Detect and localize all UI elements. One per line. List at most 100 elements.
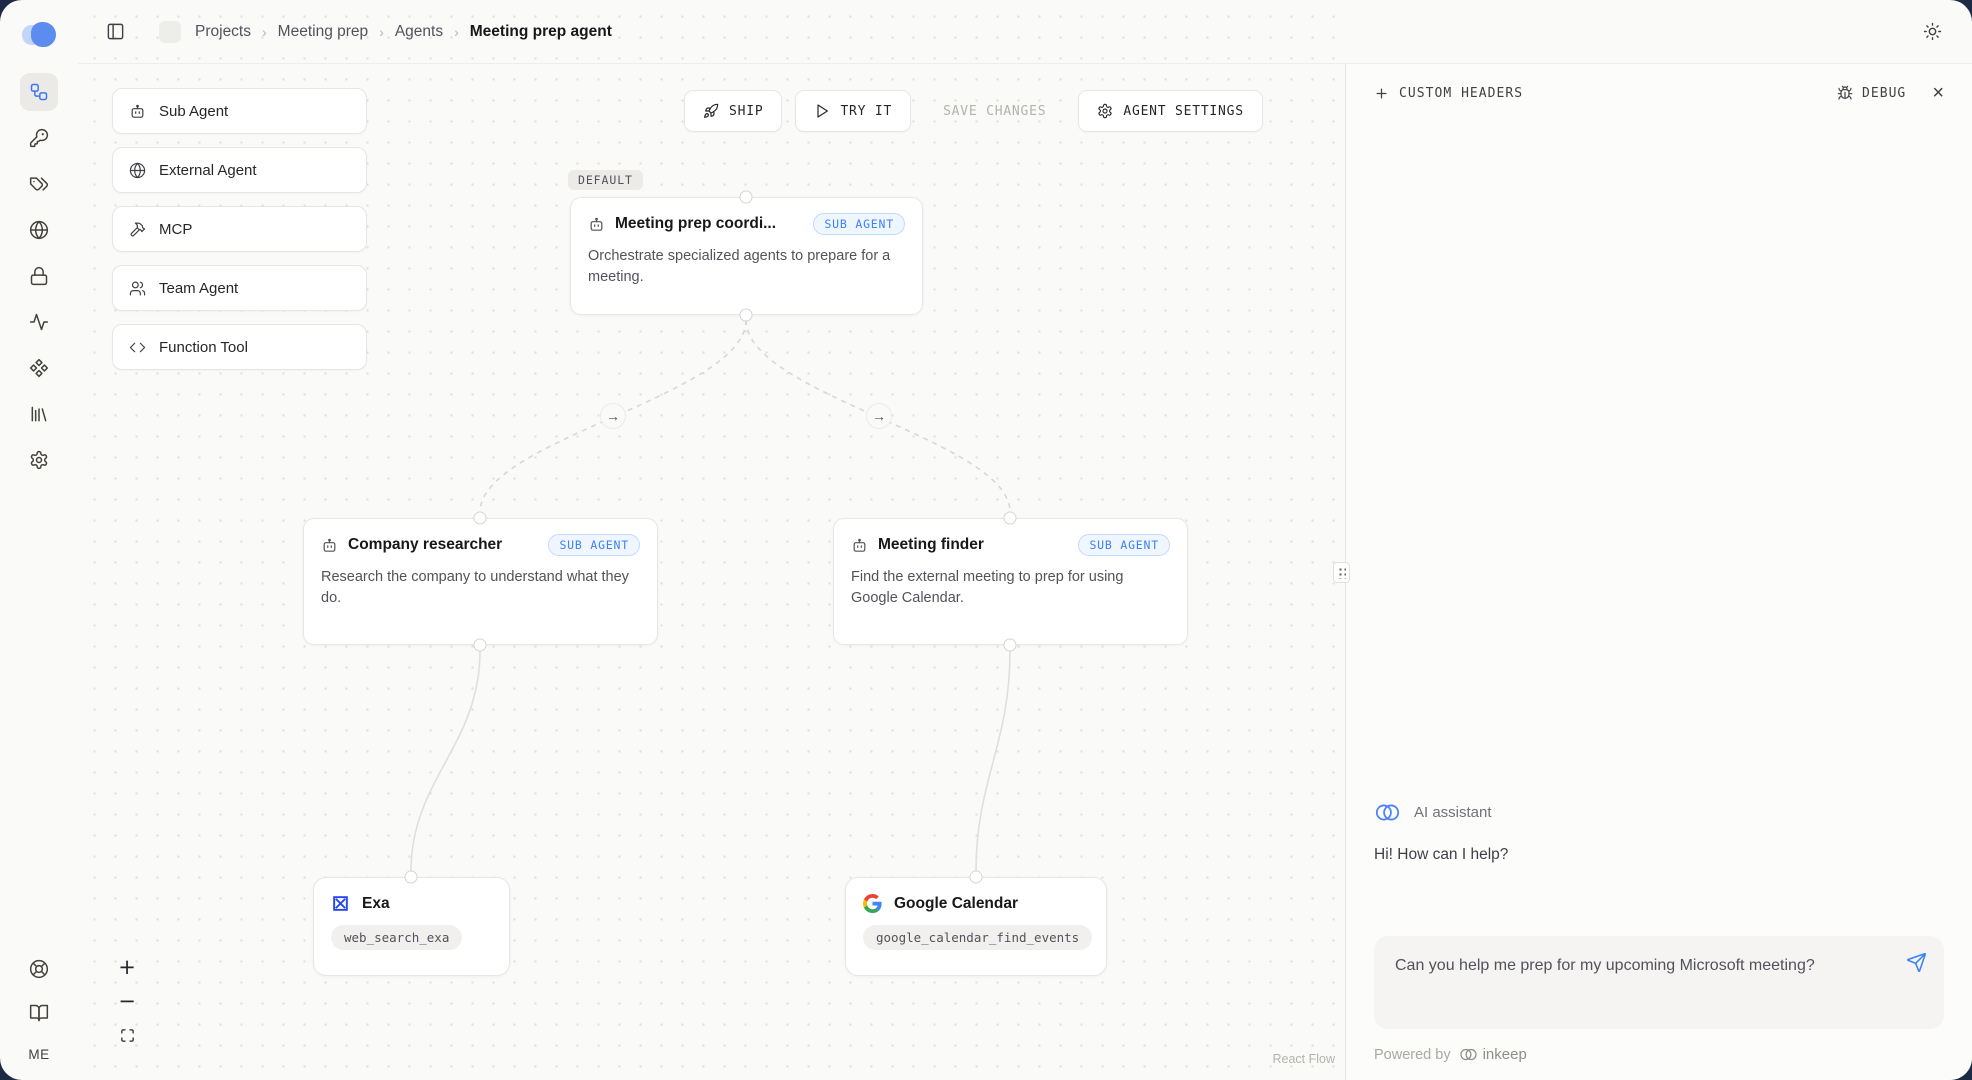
tool-title: Google Calendar [894, 895, 1018, 913]
node-exa-tool[interactable]: Exa web_search_exa [313, 877, 510, 976]
debug-label: DEBUG [1862, 86, 1906, 101]
breadcrumb-current-page: Meeting prep agent [470, 23, 612, 41]
bug-icon [1837, 85, 1853, 101]
sidebar-item-components[interactable] [29, 358, 49, 378]
library-icon [29, 404, 49, 424]
send-button[interactable] [1906, 952, 1927, 976]
custom-headers-button[interactable]: CUSTOM HEADERS [1374, 86, 1523, 101]
breadcrumb-item-meeting-prep[interactable]: Meeting prep [278, 23, 368, 41]
inkeep-logo-icon [1459, 1045, 1478, 1064]
close-panel-button[interactable]: × [1932, 83, 1944, 103]
agent-settings-label: AGENT SETTINGS [1123, 104, 1244, 119]
flow-canvas[interactable]: → → Sub Agent External Agent MCP Team Ag… [78, 0, 1345, 1080]
custom-headers-label: CUSTOM HEADERS [1399, 86, 1523, 101]
node-handle[interactable] [405, 871, 418, 884]
palette-item-team-agent[interactable]: Team Agent [112, 265, 367, 311]
try-it-panel: CUSTOM HEADERS DEBUG × AI assistant Hi! … [1345, 64, 1972, 1080]
palette-item-label: Sub Agent [159, 103, 228, 120]
sidebar-item-settings[interactable] [29, 450, 49, 470]
chat-area: AI assistant Hi! How can I help? Can you… [1346, 799, 1972, 1080]
maximize-icon [120, 1028, 135, 1043]
zoom-controls: + − [111, 950, 143, 1052]
sidebar-item-docs[interactable] [29, 1003, 49, 1023]
globe-icon [29, 220, 49, 240]
node-handle[interactable] [1004, 512, 1017, 525]
sidebar-item-credentials[interactable] [29, 266, 49, 286]
zoom-in-button[interactable]: + [111, 950, 143, 984]
chat-input-box: Can you help me prep for my upcoming Mic… [1374, 936, 1944, 1029]
node-meeting-prep-coordinator[interactable]: Meeting prep coordi... SUB AGENT Orchest… [570, 197, 923, 315]
try-it-button[interactable]: TRY IT [795, 90, 911, 132]
node-handle[interactable] [970, 871, 983, 884]
panel-body [1346, 122, 1972, 799]
sub-agent-badge: SUB AGENT [548, 534, 640, 556]
sidebar-item-api-keys[interactable] [29, 128, 49, 148]
node-title: Meeting prep coordi... [615, 215, 776, 233]
sidebar-item-agents[interactable] [20, 73, 58, 111]
sidebar-item-activity[interactable] [29, 312, 49, 332]
node-handle[interactable] [740, 309, 753, 322]
sidebar-bottom: ME [28, 959, 49, 1080]
assistant-name: AI assistant [1414, 804, 1492, 821]
node-handle[interactable] [740, 191, 753, 204]
sub-agent-badge: SUB AGENT [1078, 534, 1170, 556]
palette-item-function-tool[interactable]: Function Tool [112, 324, 367, 370]
debug-button[interactable]: DEBUG [1837, 85, 1906, 101]
close-icon: × [1932, 82, 1944, 104]
edge-arrow-icon: → [866, 403, 892, 429]
zoom-out-button[interactable]: − [111, 984, 143, 1018]
panel-left-toggle-button[interactable] [106, 22, 125, 41]
component-icon [29, 358, 49, 378]
agent-builder-app: → → Sub Agent External Agent MCP Team Ag… [0, 0, 1972, 1080]
theme-toggle-button[interactable] [1923, 22, 1942, 41]
tool-name-chip: web_search_exa [331, 925, 462, 950]
node-handle[interactable] [1004, 639, 1017, 652]
powered-by-row[interactable]: Powered by inkeep [1374, 1045, 1944, 1064]
assistant-greeting: Hi! How can I help? [1374, 846, 1944, 864]
assistant-header: AI assistant [1374, 799, 1944, 826]
node-meeting-finder[interactable]: Meeting finder SUB AGENT Find the extern… [833, 518, 1188, 645]
save-changes-button[interactable]: SAVE CHANGES [924, 90, 1065, 132]
edge-finder-gcal[interactable] [976, 651, 1010, 871]
tool-title: Exa [362, 895, 390, 913]
sidebar-item-library[interactable] [29, 404, 49, 424]
users-icon [129, 280, 146, 297]
grip-dots-icon [1337, 566, 1346, 579]
node-title: Meeting finder [878, 536, 984, 554]
user-avatar[interactable]: ME [28, 1047, 49, 1064]
sidebar-item-tags[interactable] [29, 174, 49, 194]
node-google-calendar-tool[interactable]: Google Calendar google_calendar_find_eve… [845, 877, 1107, 976]
bot-icon [129, 103, 146, 120]
breadcrumb-item-agents[interactable]: Agents [395, 23, 443, 41]
edge-researcher-exa[interactable] [411, 651, 480, 871]
palette-item-external-agent[interactable]: External Agent [112, 147, 367, 193]
breadcrumb-item-projects[interactable]: Projects [195, 23, 251, 41]
canvas-toolbar: SHIP TRY IT SAVE CHANGES AGENT SETTINGS [684, 90, 1263, 132]
fit-view-button[interactable] [111, 1018, 143, 1052]
gear-icon [29, 450, 49, 470]
palette-item-label: MCP [159, 221, 192, 238]
panel-resize-grip[interactable] [1333, 562, 1350, 583]
node-description: Find the external meeting to prep for us… [851, 567, 1170, 609]
sidebar-item-help[interactable] [29, 959, 49, 979]
chat-input[interactable]: Can you help me prep for my upcoming Mic… [1395, 953, 1888, 1009]
node-handle[interactable] [474, 639, 487, 652]
google-logo-icon [863, 894, 882, 913]
agent-settings-button[interactable]: AGENT SETTINGS [1078, 90, 1263, 132]
activity-icon [29, 312, 49, 332]
node-description: Orchestrate specialized agents to prepar… [588, 246, 905, 288]
play-icon [814, 103, 830, 119]
node-handle[interactable] [474, 512, 487, 525]
breadcrumb-separator: › [262, 24, 267, 40]
sidebar-item-external[interactable] [29, 220, 49, 240]
inkeep-logo[interactable] [22, 22, 56, 48]
top-bar: Projects › Meeting prep › Agents › Meeti… [78, 0, 1972, 64]
plus-icon [1374, 86, 1389, 101]
node-company-researcher[interactable]: Company researcher SUB AGENT Research th… [303, 518, 658, 645]
workflow-icon [29, 82, 49, 102]
palette-item-sub-agent[interactable]: Sub Agent [112, 88, 367, 134]
sidebar-nav [20, 82, 58, 470]
palette-item-mcp[interactable]: MCP [112, 206, 367, 252]
react-flow-attribution[interactable]: React Flow [1272, 1052, 1335, 1066]
ship-button[interactable]: SHIP [684, 90, 782, 132]
